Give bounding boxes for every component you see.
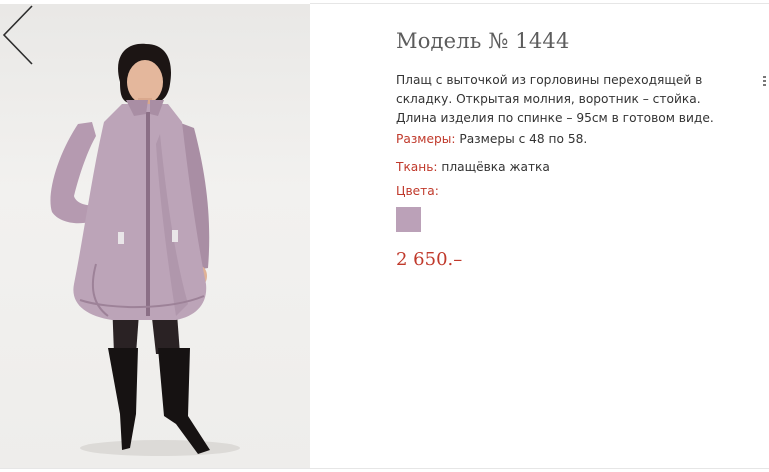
model-illustration [50, 43, 240, 456]
color-swatch[interactable] [396, 207, 421, 232]
scroll-grip-line [763, 76, 766, 78]
product-photo [0, 4, 310, 468]
colors-label: Цвета: [396, 184, 439, 198]
sizes-label: Размеры: [396, 132, 456, 146]
sizes-value: Размеры с 48 по 58. [455, 132, 588, 146]
scroll-grip-line [763, 80, 766, 82]
product-price: 2 650.– [396, 249, 463, 270]
fabric-label: Ткань: [396, 160, 438, 174]
divider [0, 468, 769, 469]
product-page: Модель № 1444 Плащ с выточкой из горлови… [0, 0, 769, 472]
fabric-value: плащёвка жатка [437, 160, 550, 174]
chevron-left-icon[interactable] [0, 4, 40, 66]
scrollbar[interactable] [760, 70, 769, 94]
scroll-grip-line [763, 84, 766, 86]
sizes-row: Размеры: Размеры с 48 по 58. [396, 132, 587, 146]
colors-row: Цвета: [396, 184, 439, 198]
product-title: Модель № 1444 [396, 29, 570, 53]
product-description: Плащ с выточкой из горловины переходящей… [396, 73, 714, 125]
fabric-row: Ткань: плащёвка жатка [396, 160, 550, 174]
product-details: Модель № 1444 Плащ с выточкой из горлови… [396, 0, 741, 472]
